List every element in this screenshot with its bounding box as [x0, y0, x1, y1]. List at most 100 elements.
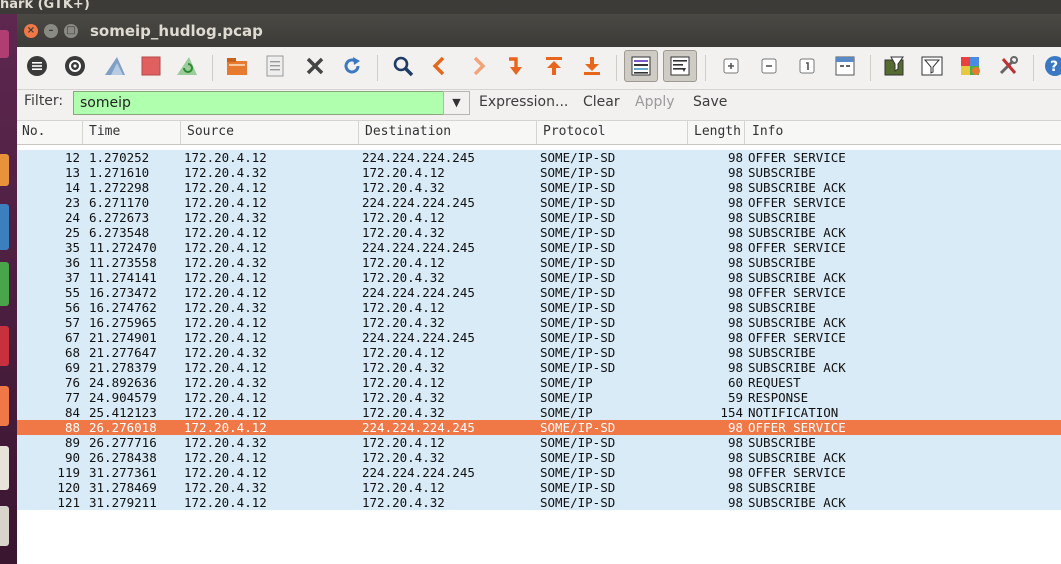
stop-capture-icon[interactable] — [137, 52, 165, 80]
table-row[interactable]: 119 31.277361 172.20.4.12 224.224.224.245 SO… — [17, 465, 1061, 480]
save-file-icon[interactable] — [261, 52, 289, 80]
table-row[interactable]: 23 6.271170 172.20.4.12 224.224.224.245 SOME… — [17, 195, 1061, 210]
table-row[interactable]: 121 31.279211 172.20.4.12 172.20.4.32 SOME/I… — [17, 495, 1061, 510]
packet-source: 172.20.4.32 — [184, 480, 267, 495]
window-minimize-button[interactable]: – — [44, 24, 58, 38]
column-header-length[interactable]: Length — [694, 124, 741, 139]
go-last-icon[interactable] — [578, 52, 606, 80]
open-file-icon[interactable] — [223, 52, 251, 80]
display-filter-input[interactable]: someip — [73, 91, 449, 115]
packet-length: 98 — [727, 195, 743, 210]
table-row[interactable]: 56 16.274762 172.20.4.32 172.20.4.12 SOME/IP… — [17, 300, 1061, 315]
coloring-rules-icon[interactable] — [957, 52, 985, 80]
column-header-destination[interactable]: Destination — [365, 124, 451, 139]
table-row[interactable]: 57 16.275965 172.20.4.12 172.20.4.32 SOME/IP… — [17, 315, 1061, 330]
find-packet-icon[interactable] — [389, 52, 417, 80]
table-row[interactable]: 13 1.271610 172.20.4.32 172.20.4.12 SOME/IP-… — [17, 165, 1061, 180]
zoom-out-icon[interactable] — [755, 52, 783, 80]
column-divider[interactable] — [536, 121, 537, 144]
column-header-source[interactable]: Source — [187, 124, 234, 139]
close-file-icon[interactable] — [301, 52, 329, 80]
table-row[interactable]: 24 6.272673 172.20.4.32 172.20.4.12 SOME/IP-… — [17, 210, 1061, 225]
launcher-app-icon[interactable] — [0, 262, 9, 306]
table-row[interactable]: 90 26.278438 172.20.4.12 172.20.4.32 SOME/IP… — [17, 450, 1061, 465]
start-capture-icon[interactable] — [101, 52, 129, 80]
launcher-app-icon[interactable] — [0, 204, 9, 250]
packet-number: 35 — [64, 240, 80, 255]
launcher-app-icon[interactable] — [0, 326, 9, 366]
launcher-app-icon[interactable] — [0, 446, 9, 490]
table-row[interactable]: 37 11.274141 172.20.4.12 172.20.4.32 SOME/IP… — [17, 270, 1061, 285]
launcher-app-icon[interactable] — [0, 30, 9, 58]
packet-info: SUBSCRIBE — [748, 165, 816, 180]
packet-destination: 172.20.4.32 — [362, 390, 445, 405]
help-icon[interactable]: ? — [1041, 52, 1061, 80]
table-row[interactable]: 36 11.273558 172.20.4.32 172.20.4.12 SOME/IP… — [17, 255, 1061, 270]
table-row[interactable]: 84 25.412123 172.20.4.12 172.20.4.32 SOME/IP… — [17, 405, 1061, 420]
packet-length: 98 — [727, 210, 743, 225]
table-row[interactable]: 55 16.273472 172.20.4.12 224.224.224.245 SOM… — [17, 285, 1061, 300]
go-forward-icon[interactable] — [465, 52, 493, 80]
resize-columns-icon[interactable] — [831, 52, 859, 80]
apply-button[interactable]: Apply — [635, 94, 675, 110]
table-row[interactable]: 69 21.278379 172.20.4.12 172.20.4.32 SOME/IP… — [17, 360, 1061, 375]
table-row[interactable]: 120 31.278469 172.20.4.32 172.20.4.12 SOME/I… — [17, 480, 1061, 495]
column-divider[interactable] — [82, 121, 83, 144]
packet-info: SUBSCRIBE ACK — [748, 450, 846, 465]
table-row[interactable]: 76 24.892636 172.20.4.32 172.20.4.12 SOME/IP… — [17, 375, 1061, 390]
column-divider[interactable] — [358, 121, 359, 144]
auto-scroll-icon[interactable] — [663, 50, 697, 82]
expression-button[interactable]: Expression... — [479, 94, 568, 110]
packet-number: 84 — [64, 405, 80, 420]
packet-time: 31.277361 — [89, 465, 157, 480]
save-filter-button[interactable]: Save — [693, 94, 727, 110]
clear-button[interactable]: Clear — [583, 94, 620, 110]
column-header-no[interactable]: No. — [22, 124, 45, 139]
column-divider[interactable] — [687, 121, 688, 144]
column-divider[interactable] — [180, 121, 181, 144]
table-row[interactable]: 14 1.272298 172.20.4.12 172.20.4.32 SOME/IP-… — [17, 180, 1061, 195]
column-header-info[interactable]: Info — [752, 124, 783, 139]
column-header-time[interactable]: Time — [89, 124, 120, 139]
packet-number: 88 — [64, 420, 80, 435]
packet-source: 172.20.4.12 — [184, 330, 267, 345]
filter-history-dropdown[interactable]: ▼ — [443, 91, 470, 115]
packet-info: OFFER SERVICE — [748, 420, 846, 435]
table-row[interactable]: 68 21.277647 172.20.4.32 172.20.4.12 SOME/IP… — [17, 345, 1061, 360]
colorize-icon[interactable] — [624, 50, 658, 82]
window-close-button[interactable]: × — [24, 24, 38, 38]
launcher-app-icon[interactable] — [0, 154, 9, 186]
packet-time: 26.277716 — [89, 435, 157, 450]
interface-list-icon[interactable] — [23, 52, 51, 80]
table-row[interactable]: 77 24.904579 172.20.4.12 172.20.4.32 SOME/IP… — [17, 390, 1061, 405]
packet-source: 172.20.4.32 — [184, 435, 267, 450]
packet-time: 11.272470 — [89, 240, 157, 255]
capture-filters-icon[interactable] — [881, 52, 909, 80]
packet-source: 172.20.4.12 — [184, 240, 267, 255]
capture-options-icon[interactable] — [61, 52, 89, 80]
go-back-icon[interactable] — [425, 52, 453, 80]
window-title: someip_hudlog.pcap — [90, 22, 263, 40]
launcher-app-icon[interactable] — [0, 386, 9, 426]
table-row[interactable]: 89 26.277716 172.20.4.32 172.20.4.12 SOME/IP… — [17, 435, 1061, 450]
go-first-icon[interactable] — [540, 52, 568, 80]
reload-icon[interactable] — [338, 52, 366, 80]
go-to-packet-icon[interactable] — [502, 52, 530, 80]
packet-length: 98 — [727, 345, 743, 360]
normal-size-icon[interactable] — [793, 52, 821, 80]
packet-time: 16.274762 — [89, 300, 157, 315]
column-divider[interactable] — [744, 121, 745, 144]
table-row[interactable]: 12 1.270252 172.20.4.12 224.224.224.245 SOME… — [17, 150, 1061, 165]
table-row[interactable]: 25 6.273548 172.20.4.12 172.20.4.32 SOME/IP-… — [17, 225, 1061, 240]
table-row-selected[interactable]: 88 26.276018 172.20.4.12 224.224.224.245 SOM… — [17, 420, 1061, 435]
table-row[interactable]: 35 11.272470 172.20.4.12 224.224.224.245 SOM… — [17, 240, 1061, 255]
zoom-in-icon[interactable] — [717, 52, 745, 80]
window-maximize-button[interactable]: □ — [64, 24, 78, 38]
display-filters-icon[interactable] — [918, 52, 946, 80]
launcher-app-icon[interactable] — [0, 506, 9, 546]
preferences-icon[interactable] — [995, 52, 1023, 80]
restart-capture-icon[interactable] — [173, 52, 201, 80]
table-row[interactable]: 67 21.274901 172.20.4.12 224.224.224.245 SOM… — [17, 330, 1061, 345]
packet-protocol: SOME/IP-SD — [540, 240, 616, 255]
column-header-protocol[interactable]: Protocol — [543, 124, 606, 139]
